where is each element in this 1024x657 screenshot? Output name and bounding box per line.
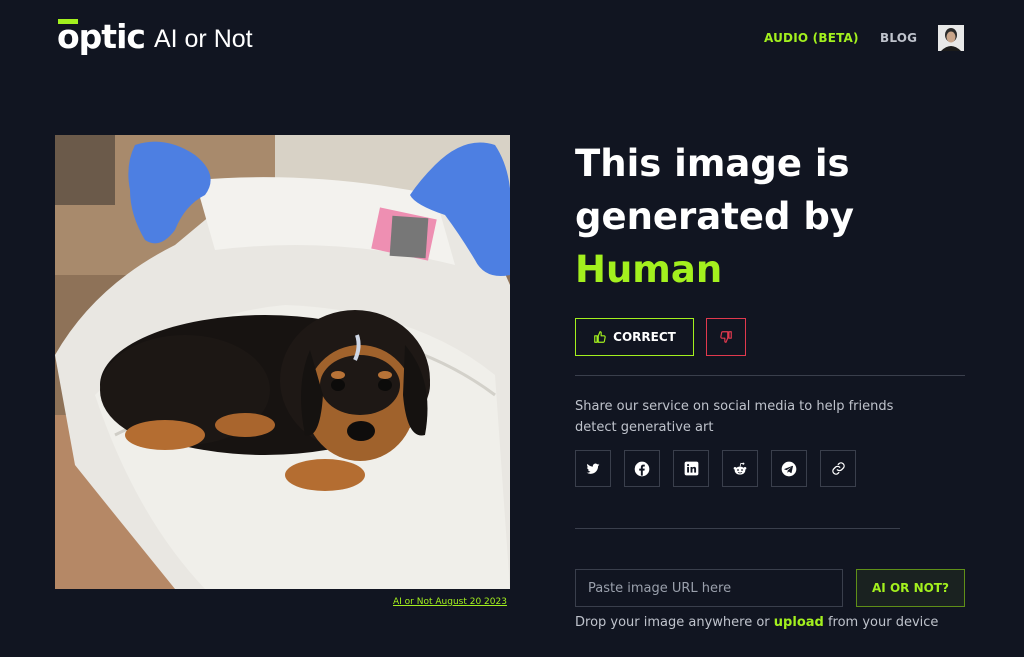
- telegram-icon: [781, 461, 797, 476]
- logo[interactable]: optic AI or Not: [57, 19, 253, 55]
- ai-or-not-submit-button[interactable]: AI OR NOT?: [856, 569, 965, 607]
- share-twitter-button[interactable]: [575, 450, 611, 487]
- linkedin-icon: [684, 461, 698, 476]
- result-headline: This image is generated by Human: [575, 137, 975, 296]
- share-linkedin-button[interactable]: [673, 450, 709, 487]
- thumbs-up-icon: [594, 331, 606, 343]
- drop-instructions: Drop your image anywhere or upload from …: [575, 615, 938, 630]
- image-url-input[interactable]: [575, 569, 843, 607]
- analyzed-image: [55, 135, 510, 589]
- drop-prefix-text: Drop your image anywhere or: [575, 615, 770, 630]
- divider: [575, 528, 900, 529]
- share-description: Share our service on social media to hel…: [575, 399, 894, 435]
- avatar-image: [938, 25, 964, 51]
- incorrect-button[interactable]: [706, 318, 746, 356]
- correct-button[interactable]: CORRECT: [575, 318, 694, 356]
- nav-blog[interactable]: BLOG: [880, 31, 917, 45]
- headline-line-1: This image is: [575, 142, 850, 185]
- link-icon: [831, 462, 845, 475]
- twitter-icon: [586, 463, 600, 474]
- image-caption-link[interactable]: AI or Not August 20 2023: [393, 597, 507, 607]
- share-reddit-button[interactable]: [722, 450, 758, 487]
- verdict-text: Human: [575, 248, 723, 291]
- drop-suffix-text: from your device: [827, 615, 939, 630]
- divider: [575, 375, 965, 376]
- share-telegram-button[interactable]: [771, 450, 807, 487]
- share-facebook-button[interactable]: [624, 450, 660, 487]
- headline-line-2: generated by: [575, 195, 854, 238]
- copy-link-button[interactable]: [820, 450, 856, 487]
- logo-brand: optic: [57, 19, 146, 55]
- avatar[interactable]: [938, 25, 964, 51]
- correct-button-label: CORRECT: [613, 330, 676, 344]
- upload-link[interactable]: upload: [774, 615, 824, 630]
- nav-audio-beta[interactable]: AUDIO (BETA): [764, 31, 859, 45]
- logo-accent-bar: [58, 19, 78, 24]
- thumbs-down-icon: [720, 331, 732, 343]
- social-share-row: [575, 450, 856, 487]
- puppy-photo: [55, 135, 510, 589]
- reddit-icon: [733, 462, 747, 475]
- facebook-icon: [634, 461, 650, 476]
- logo-product-name: AI or Not: [153, 25, 253, 53]
